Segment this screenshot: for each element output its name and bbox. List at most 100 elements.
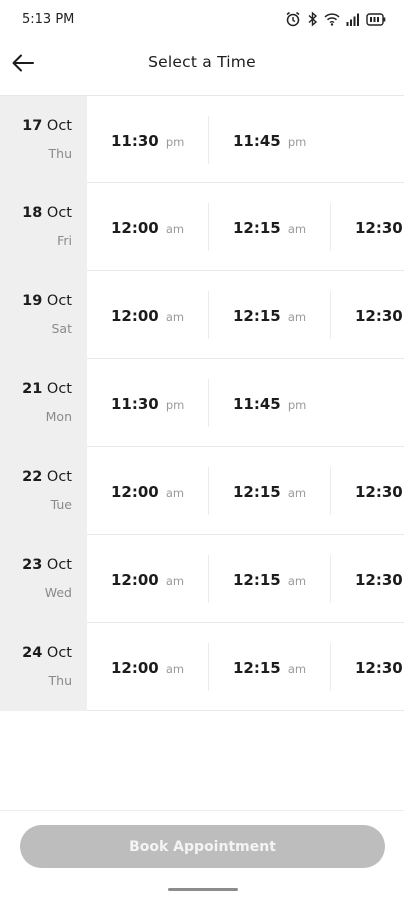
date-month: Oct (46, 118, 72, 134)
date-day-number: 17 (22, 118, 43, 134)
time-slot-button[interactable]: 11:45 pm (209, 96, 331, 184)
day-row: 24 OctThu12:00 am12:15 am12:30 am (0, 623, 404, 711)
date-label: 17 Oct (22, 118, 72, 134)
slot-period: am (165, 485, 185, 500)
slot-time: 12:30 (355, 218, 403, 237)
date-day-number: 22 (22, 469, 43, 485)
slot-period: am (287, 221, 307, 236)
app-header: Select a Time (0, 40, 404, 94)
slot-time: 12:00 (111, 306, 159, 325)
time-slot-button[interactable]: 12:30 am (331, 271, 404, 359)
slot-time: 12:15 (233, 306, 281, 325)
date-day-number: 19 (22, 293, 43, 309)
time-slot-button[interactable]: 11:30 pm (87, 359, 209, 447)
time-slot-button[interactable]: 12:00 am (87, 623, 209, 711)
date-cell: 19 Oct Sat (0, 271, 87, 359)
slot-time: 12:30 (355, 482, 403, 501)
page-title: Select a Time (148, 53, 256, 71)
date-cell: 23 Oct Wed (0, 535, 87, 623)
day-row: 22 OctTue12:00 am12:15 am12:30 am (0, 447, 404, 535)
date-month: Oct (46, 381, 72, 397)
time-slot-button[interactable]: 12:30 am (331, 623, 404, 711)
slot-period: am (287, 309, 307, 324)
date-month: Oct (46, 205, 72, 221)
bluetooth-icon (307, 11, 318, 27)
slot-time: 12:00 (111, 218, 159, 237)
time-slot-button[interactable]: 12:00 am (87, 535, 209, 623)
date-label: 18 Oct (22, 205, 72, 221)
day-row: 19 OctSat12:00 am12:15 am12:30 am (0, 271, 404, 359)
slot-time: 11:30 (111, 131, 159, 150)
time-slot-list: 12:00 am12:15 am12:30 am (87, 183, 404, 271)
slot-time: 12:30 (355, 658, 403, 677)
date-cell: 21 Oct Mon (0, 359, 87, 447)
time-slot-button[interactable]: 12:00 am (87, 447, 209, 535)
day-row: 18 OctFri12:00 am12:15 am12:30 am (0, 183, 404, 271)
weekday-label: Thu (48, 146, 72, 161)
time-slot-button[interactable]: 11:30 pm (87, 96, 209, 184)
time-slot-schedule: 17 Oct Thu 11:30 pm 11:45 pm 18 Oct Fri 12:00 … (0, 95, 404, 711)
weekday-label: Mon (45, 409, 72, 424)
date-day-number: 23 (22, 557, 43, 573)
slot-period: pm (287, 397, 307, 412)
time-slot-button[interactable]: 12:00 am (87, 183, 209, 271)
battery-icon (366, 12, 386, 26)
status-bar: 5:13 PM (0, 0, 404, 40)
slot-period: am (165, 221, 185, 236)
book-appointment-button[interactable]: Book Appointment (20, 825, 385, 868)
time-slot-button[interactable]: 12:00 am (87, 271, 209, 359)
status-icons (285, 11, 386, 27)
time-slot-list: 12:00 am12:15 am12:30 am (87, 271, 404, 359)
slot-period: am (165, 309, 185, 324)
time-slot-button[interactable]: 12:15 am (209, 271, 331, 359)
weekday-label: Sat (51, 321, 73, 336)
date-label: 23 Oct (22, 557, 72, 573)
slot-period: pm (165, 134, 185, 149)
day-row: 23 OctWed12:00 am12:15 am12:30 am (0, 535, 404, 623)
time-slot-button[interactable]: 12:15 am (209, 535, 331, 623)
status-time: 5:13 PM (22, 12, 75, 27)
alarm-icon (285, 11, 301, 27)
time-slot-list: 12:00 am12:15 am12:30 am (87, 535, 404, 623)
slot-time: 12:00 (111, 570, 159, 589)
time-slot-list: 11:30 pm 11:45 pm (87, 96, 404, 184)
home-indicator (168, 888, 238, 891)
weekday-label: Thu (48, 673, 72, 688)
slot-time: 12:30 (355, 306, 403, 325)
time-slot-button[interactable]: 12:30 am (331, 183, 404, 271)
date-day-number: 18 (22, 205, 43, 221)
slot-period: pm (287, 134, 307, 149)
date-label: 22 Oct (22, 469, 72, 485)
slot-period: am (287, 573, 307, 588)
signal-icon (346, 13, 360, 26)
date-cell: 18 Oct Fri (0, 183, 87, 271)
slot-time: 12:00 (111, 482, 159, 501)
wifi-icon (324, 12, 340, 26)
time-slot-button[interactable]: 12:15 am (209, 623, 331, 711)
slot-time: 12:30 (355, 570, 403, 589)
slot-time: 12:15 (233, 482, 281, 501)
date-cell: 17 Oct Thu (0, 96, 87, 184)
date-day-number: 24 (22, 645, 43, 661)
slot-time: 11:45 (233, 131, 281, 150)
time-slot-list: 12:00 am12:15 am12:30 am (87, 623, 404, 711)
time-slot-button[interactable]: 11:45 pm (209, 359, 331, 447)
slot-time: 11:30 (111, 394, 159, 413)
date-month: Oct (46, 293, 72, 309)
weekday-label: Fri (57, 233, 72, 248)
time-slot-button[interactable]: 12:15 am (209, 183, 331, 271)
slot-period: am (165, 661, 185, 676)
time-slot-button[interactable]: 12:15 am (209, 447, 331, 535)
time-slot-button[interactable]: 12:30 am (331, 535, 404, 623)
slot-time: 12:15 (233, 658, 281, 677)
slot-time: 12:15 (233, 570, 281, 589)
time-slot-button[interactable]: 12:30 am (331, 447, 404, 535)
slot-period: am (287, 661, 307, 676)
date-month: Oct (46, 469, 72, 485)
time-slot-list: 12:00 am12:15 am12:30 am (87, 447, 404, 535)
slot-period: am (165, 573, 185, 588)
day-row: 17 Oct Thu 11:30 pm 11:45 pm (0, 95, 404, 184)
slot-period: am (287, 485, 307, 500)
time-slot-list: 11:30 pm 11:45 pm (87, 359, 404, 447)
date-label: 21 Oct (22, 381, 72, 397)
